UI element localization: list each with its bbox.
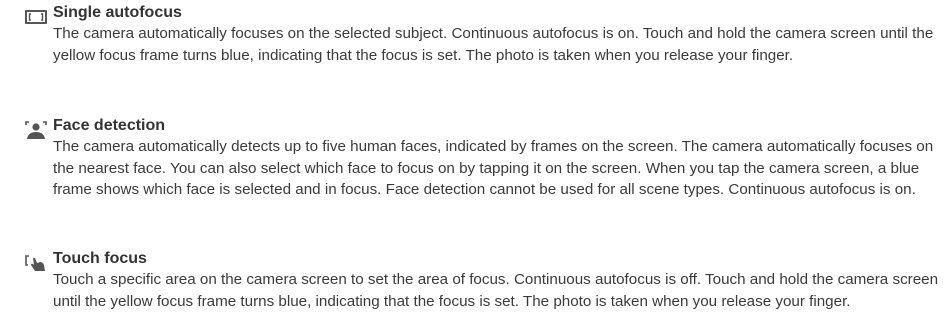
entry-description: The camera automatically detects up to f…: [53, 138, 934, 198]
touch-focus-icon: [23, 253, 49, 273]
focus-modes-list: Single autofocus The camera automaticall…: [0, 0, 951, 336]
single-autofocus-icon: [23, 7, 49, 27]
entry-description: The camera automatically focuses on the …: [53, 25, 934, 64]
entry-title: Single autofocus: [53, 4, 182, 21]
entry-title: Face detection: [53, 117, 166, 134]
face-detection-icon: [23, 120, 49, 140]
entry-description: Touch a specific area on the camera scre…: [53, 271, 939, 310]
entry-title: Touch focus: [53, 250, 147, 267]
